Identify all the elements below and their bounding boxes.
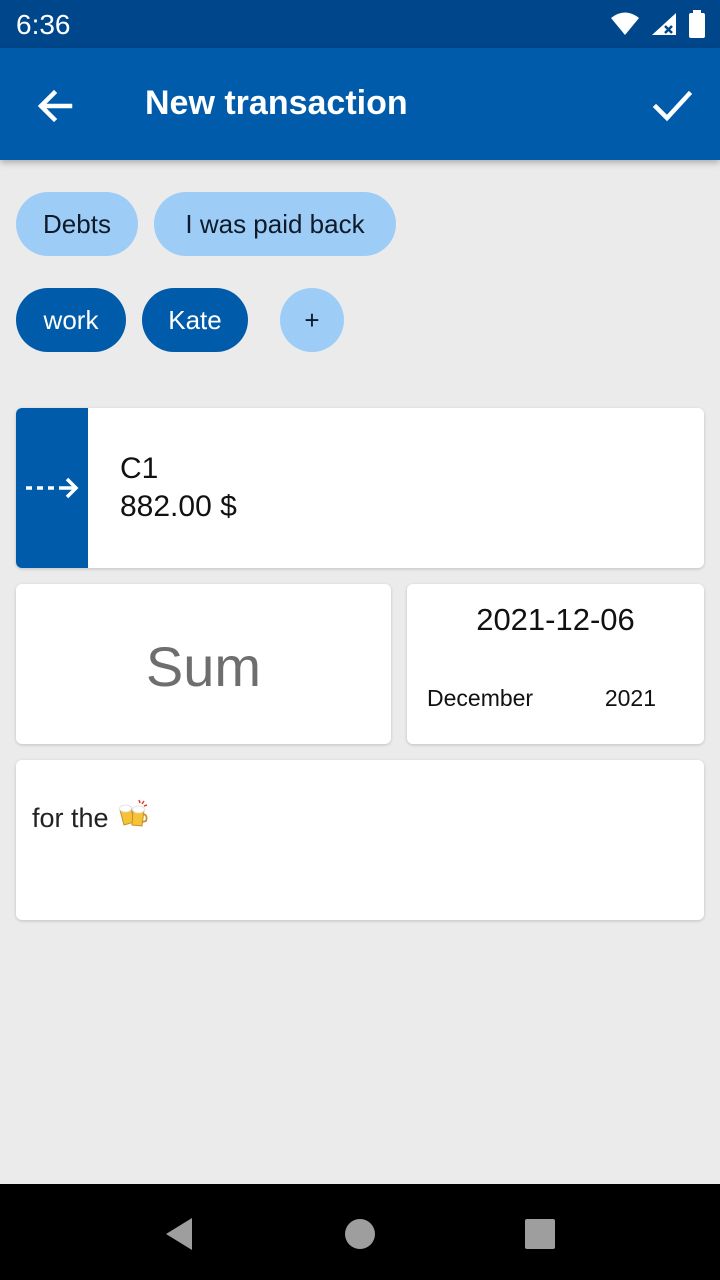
triangle-back-icon <box>166 1218 192 1250</box>
category-chip-debts[interactable]: Debts <box>16 192 138 256</box>
date-picker[interactable]: 2021-12-06 December 2021 <box>407 584 704 744</box>
account-balance: 882.00 $ <box>120 490 237 523</box>
page-title: New transaction <box>145 84 408 122</box>
date-value: 2021-12-06 <box>476 602 635 637</box>
clinking-beer-mugs-icon <box>117 798 151 839</box>
arrow-back-icon <box>37 89 73 123</box>
tag-chip-work[interactable]: work <box>16 288 126 352</box>
nav-back-button[interactable] <box>160 1214 200 1254</box>
check-icon <box>652 90 693 122</box>
sum-field[interactable]: Sum <box>16 584 391 744</box>
nav-recents-button[interactable] <box>520 1214 560 1254</box>
circle-home-icon <box>345 1219 375 1249</box>
account-type-strip <box>16 408 88 568</box>
status-time: 6:36 <box>16 9 71 40</box>
status-icons <box>610 10 706 38</box>
save-button[interactable] <box>648 82 696 130</box>
account-name: C1 <box>120 452 159 485</box>
wifi-icon <box>610 11 640 37</box>
note-field[interactable]: for the <box>16 760 704 920</box>
cellular-signal-icon <box>650 11 678 37</box>
status-bar: 6:36 <box>0 0 720 48</box>
date-year: 2021 <box>604 685 656 711</box>
system-navigation-bar <box>0 1184 720 1280</box>
account-card[interactable]: C1 882.00 $ <box>16 408 704 568</box>
battery-icon <box>688 10 706 38</box>
dashed-arrow-right-icon <box>26 477 79 499</box>
add-tag-button[interactable]: + <box>280 288 344 352</box>
back-button[interactable] <box>32 82 80 130</box>
nav-home-button[interactable] <box>340 1214 380 1254</box>
sum-placeholder: Sum <box>145 635 262 698</box>
category-chip-paid-back[interactable]: I was paid back <box>154 192 396 256</box>
date-month: December <box>427 685 534 711</box>
note-content: for the <box>32 798 151 839</box>
square-recents-icon <box>525 1219 555 1249</box>
note-text: for the <box>32 803 109 833</box>
app-bar: New transaction <box>0 48 720 160</box>
tag-chip-kate[interactable]: Kate <box>142 288 248 352</box>
